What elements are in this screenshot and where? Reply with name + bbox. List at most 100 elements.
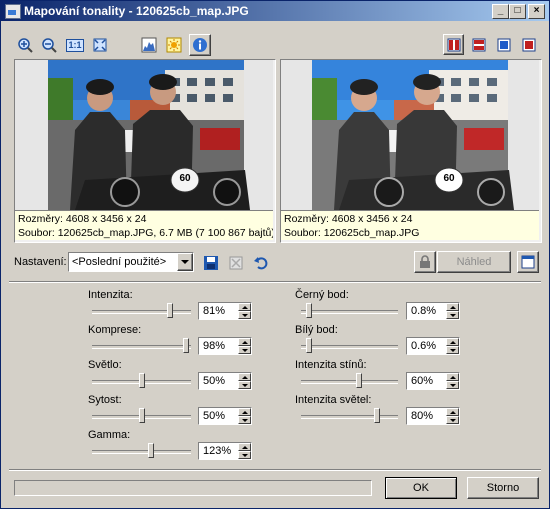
spin-up-button[interactable] [446,338,459,346]
spin-up-button[interactable] [446,408,459,416]
delete-preset-icon [229,256,243,269]
preview-window-button[interactable] [517,251,539,273]
settings-label: Nastavení: [14,256,67,268]
slider-thumb[interactable] [183,338,189,353]
minimize-button[interactable]: _ [492,4,509,19]
zoom-in-icon [18,38,33,53]
slider-thumb[interactable] [167,303,173,318]
photo-image [281,60,539,210]
slider-label: Komprese: [88,324,142,336]
slider-thumb[interactable] [139,408,145,423]
value-text: 81% [203,305,226,317]
value-spinbox[interactable]: 50% [198,372,252,390]
slider-thumb[interactable] [374,408,380,423]
spin-up-button[interactable] [446,373,459,381]
single-view-icon [497,38,510,51]
spin-up-button[interactable] [238,303,251,311]
spin-up-button[interactable] [238,443,251,451]
spin-up-button[interactable] [238,373,251,381]
spin-up-button[interactable] [238,338,251,346]
delete-preset-button[interactable] [225,252,247,273]
value-spinbox[interactable]: 80% [406,407,460,425]
slider-label: Intenzita stínů: [295,359,367,371]
slider-thumb[interactable] [356,373,362,388]
value-spinbox[interactable]: 123% [198,442,252,460]
result-preview-image[interactable]: 60 [281,60,539,210]
spin-down-button[interactable] [446,311,459,319]
info-button[interactable] [189,34,211,56]
preview-button[interactable]: Náhled [437,251,511,273]
slider-label: Intenzita světel: [295,394,372,406]
slider-track[interactable] [92,345,191,349]
value-spinbox[interactable]: 81% [198,302,252,320]
value-text: 123% [203,445,232,457]
save-preset-button[interactable] [200,252,222,273]
close-button[interactable]: × [528,4,545,19]
value-spinbox[interactable]: 0.6% [406,337,460,355]
split-vertical-icon [447,38,460,51]
spin-down-button[interactable] [238,311,251,319]
spin-down-button[interactable] [238,346,251,354]
histogram-button[interactable] [139,35,159,55]
split-vertical-view-button[interactable] [443,34,464,55]
spin-down-button[interactable] [446,346,459,354]
ok-button[interactable]: OK [385,477,457,499]
spin-down-button[interactable] [238,451,251,459]
spin-up-button[interactable] [238,408,251,416]
slider-track[interactable] [301,380,398,384]
settings-preset-select[interactable]: <Poslední použité> [68,252,194,272]
progress-bar [14,480,372,496]
value-text: 80% [411,410,434,422]
slider-thumb[interactable] [148,443,154,458]
cancel-button[interactable]: Storno [467,477,539,499]
slider-thumb[interactable] [139,373,145,388]
reset-button[interactable] [250,252,272,273]
original-view-button[interactable] [493,34,514,55]
highlight-button[interactable] [164,35,184,55]
value-spinbox[interactable]: 60% [406,372,460,390]
result-info-panel: Rozměry: 4608 x 3456 x 24 Soubor: 120625… [281,210,539,240]
spin-down-button[interactable] [446,416,459,424]
slider-track[interactable] [92,310,191,314]
zoom-1to1-button[interactable]: 1:1 [64,35,86,55]
title-bar[interactable]: Mapování tonality - 120625cb_map.JPG _ □… [1,1,549,21]
original-preview-image[interactable]: 60 [15,60,273,210]
split-horizontal-view-button[interactable] [468,34,489,55]
value-spinbox[interactable]: 98% [198,337,252,355]
spin-down-button[interactable] [446,381,459,389]
info-icon [193,38,207,52]
value-text: 98% [203,340,226,352]
original-dimensions: Rozměry: 4608 x 3456 x 24 [18,213,147,225]
dropdown-arrow-button[interactable] [177,253,193,271]
original-file-info: Soubor: 120625cb_map.JPG, 6.7 MB (7 100 … [18,227,273,239]
result-view-button[interactable] [518,34,539,55]
slider-thumb[interactable] [306,338,312,353]
value-text: 60% [411,375,434,387]
save-icon [204,255,218,270]
lock-preview-button[interactable] [414,251,436,273]
maximize-button[interactable]: □ [509,4,526,19]
sun-icon [166,37,182,53]
slider-track[interactable] [301,415,398,419]
slider-label: Bílý bod: [295,324,338,336]
spin-up-button[interactable] [446,303,459,311]
slider-thumb[interactable] [306,303,312,318]
zoom-out-button[interactable] [39,35,59,55]
window-icon [521,255,535,269]
slider-track[interactable] [92,450,191,454]
fit-to-window-button[interactable] [90,35,110,55]
zoom-in-button[interactable] [15,35,35,55]
spin-down-button[interactable] [238,416,251,424]
value-spinbox[interactable]: 0.8% [406,302,460,320]
separator [9,281,541,283]
original-info-panel: Rozměry: 4608 x 3456 x 24 Soubor: 120625… [15,210,273,240]
value-spinbox[interactable]: 50% [198,407,252,425]
value-text: 0.6% [411,340,437,352]
photo-image [15,60,273,210]
slider-track[interactable] [301,310,398,314]
original-preview-panel: 60 Rozměry: 4608 x 3456 x 24 Soubor: 120… [14,59,276,243]
spin-down-button[interactable] [238,381,251,389]
app-icon [5,4,21,19]
value-text: 50% [203,375,226,387]
slider-track[interactable] [301,345,398,349]
